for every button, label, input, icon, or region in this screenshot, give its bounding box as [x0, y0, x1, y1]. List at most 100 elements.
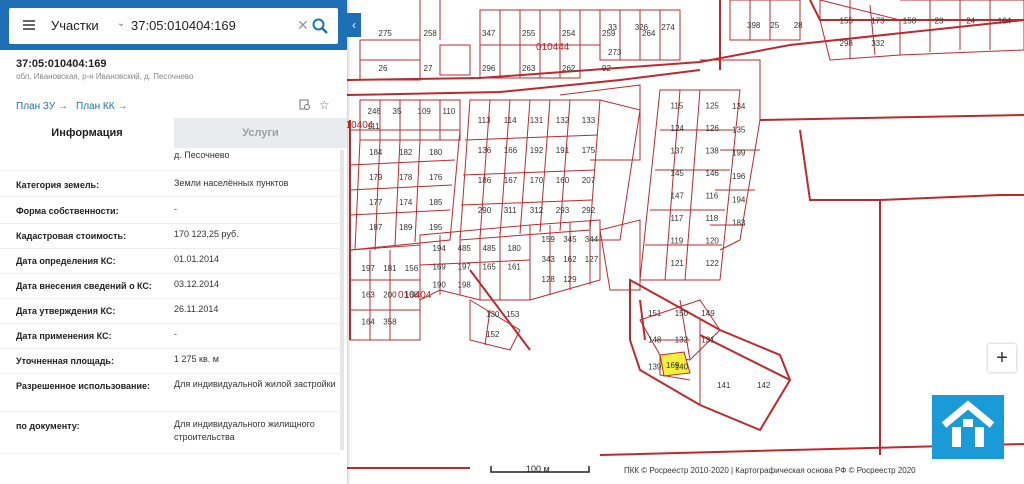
info-key: Дата утверждения КС: — [16, 306, 116, 316]
parcel-number: 293 — [556, 206, 570, 215]
plan-zu-link[interactable]: План ЗУ → — [16, 101, 68, 112]
parcel-number: 135 — [732, 125, 746, 134]
house-logo-icon — [941, 400, 995, 447]
menu-icon[interactable] — [23, 20, 35, 30]
info-row: Дата определения КС: 01.01.2014 — [0, 248, 340, 274]
parcel-number: 110 — [443, 107, 456, 116]
parcel-number: 113 — [478, 116, 491, 125]
parcel-number: 159 — [542, 235, 556, 244]
attribution: ПКК © Росреестр 2010-2020 | Картографиче… — [622, 466, 918, 475]
parcel-number: 197 — [458, 262, 472, 271]
parcel-number: 25 — [770, 21, 779, 30]
tab-services[interactable]: Услуги — [174, 118, 347, 148]
parcel-number: 109 — [418, 107, 432, 116]
info-row: Дата применения КС: - — [0, 323, 340, 349]
parcel-number: 122 — [706, 259, 720, 268]
parcel-number: 138 — [706, 147, 720, 156]
scale-label: 100 м — [526, 464, 550, 474]
clear-icon[interactable]: ✕ — [297, 17, 309, 34]
parcel-number: 254 — [562, 29, 576, 38]
parcel-number: 189 — [399, 223, 413, 232]
layer-select[interactable]: Участки — [51, 18, 99, 33]
parcel-number: 121 — [671, 259, 685, 268]
parcel-number: 183 — [732, 219, 746, 228]
parcel-number: 114 — [504, 116, 517, 125]
parcel-number: 150 — [675, 309, 689, 318]
plan-kk-link[interactable]: План КК → — [76, 101, 127, 112]
parcel-number: 290 — [478, 206, 492, 215]
parcel-number: 165 — [483, 262, 497, 271]
info-value: 1 275 кв. м — [174, 354, 219, 364]
parcel-number: 92 — [602, 64, 611, 73]
tab-information[interactable]: Информация — [0, 118, 174, 148]
parcel-number: 191 — [556, 146, 570, 155]
parcel-number: 148 — [648, 336, 662, 345]
parcel-number: 176 — [429, 173, 443, 182]
info-row: Дата утверждения КС: 26.11.2014 — [0, 298, 340, 324]
parcel-number: 186 — [478, 176, 492, 185]
parcel-number: 125 — [706, 102, 720, 111]
parcel-number: 28 — [794, 21, 803, 30]
parcel-number: 124 — [671, 124, 685, 133]
search-icon[interactable] — [311, 17, 329, 35]
parcel-number: 111 — [368, 122, 381, 131]
parcel-number: 152 — [486, 330, 500, 339]
info-value: 01.01.2014 — [174, 254, 220, 264]
info-row: Категория земель: Земли населённых пункто… — [0, 172, 340, 197]
parcel-number: 192 — [530, 146, 544, 155]
parcel-number: 398 — [747, 21, 761, 30]
search-input[interactable]: 37:05:010404:169 — [131, 18, 236, 33]
info-key: Форма собственности: — [16, 206, 119, 216]
info-key: Дата определения КС: — [16, 256, 116, 266]
parcel-number: 161 — [508, 262, 522, 271]
parcel-number: 134 — [732, 102, 746, 111]
tab-bar: Информация Услуги — [0, 118, 347, 148]
scrollbar[interactable] — [340, 150, 344, 450]
info-value: 03.12.2014 — [174, 279, 220, 289]
parcel-number: 160 — [556, 176, 570, 185]
parcel-number: 149 — [701, 309, 715, 318]
chevron-down-icon[interactable]: ⌄ — [117, 18, 125, 29]
print-map-icon[interactable] — [299, 99, 311, 111]
parcel-number: 127 — [585, 255, 599, 264]
collapse-panel-button[interactable]: ‹ — [347, 13, 361, 37]
parcel-number: 179 — [369, 173, 383, 182]
parcel-number: 273 — [608, 48, 622, 57]
parcel-number: 158 — [903, 17, 917, 26]
parcel-number: 146 — [706, 169, 720, 178]
star-icon[interactable]: ☆ — [319, 98, 330, 112]
parcel-number: 132 — [675, 336, 689, 345]
info-row: Уточненная площадь: 1 275 кв. м — [0, 348, 340, 374]
parcel-number: 199 — [732, 149, 746, 158]
parcel-number: 27 — [424, 64, 433, 73]
parcel-number: 196 — [732, 172, 746, 181]
parcel-number: 181 — [383, 264, 397, 273]
info-row: Дата внесения сведений о КС: 03.12.2014 — [0, 273, 340, 299]
app-logo — [932, 395, 1004, 459]
parcel-number: 194 — [433, 244, 447, 253]
info-key: Уточненная площадь: — [16, 356, 114, 366]
parcel-number: 120 — [706, 237, 720, 246]
parcel-number: 263 — [522, 64, 536, 73]
parcel-number: 153 — [506, 310, 520, 319]
parcel-number: 141 — [717, 381, 731, 390]
info-key: Категория земель: — [16, 180, 100, 190]
parcel-number: 35 — [393, 107, 402, 116]
info-value: - — [174, 204, 177, 214]
search-box[interactable]: Участки ⌄ 37:05:010404:169 ✕ — [9, 8, 338, 44]
info-value: - — [174, 329, 177, 339]
parcel-number: 292 — [582, 206, 596, 215]
parcel-number: 26 — [379, 64, 388, 73]
parcel-number: 255 — [522, 29, 536, 38]
parcel-number: 104 — [998, 17, 1012, 26]
parcel-number: 184 — [369, 148, 383, 157]
parcel-number: 311 — [504, 206, 517, 215]
info-key: по документу: — [16, 421, 80, 431]
parcel-number: 133 — [582, 116, 596, 125]
parcel-number: 485 — [483, 244, 497, 253]
parcel-number: 118 — [706, 214, 719, 223]
zoom-in-button[interactable]: + — [988, 344, 1016, 372]
parcel-number: 345 — [563, 235, 577, 244]
parcel-number: 128 — [542, 275, 556, 284]
parcel-number: 164 — [362, 317, 376, 326]
